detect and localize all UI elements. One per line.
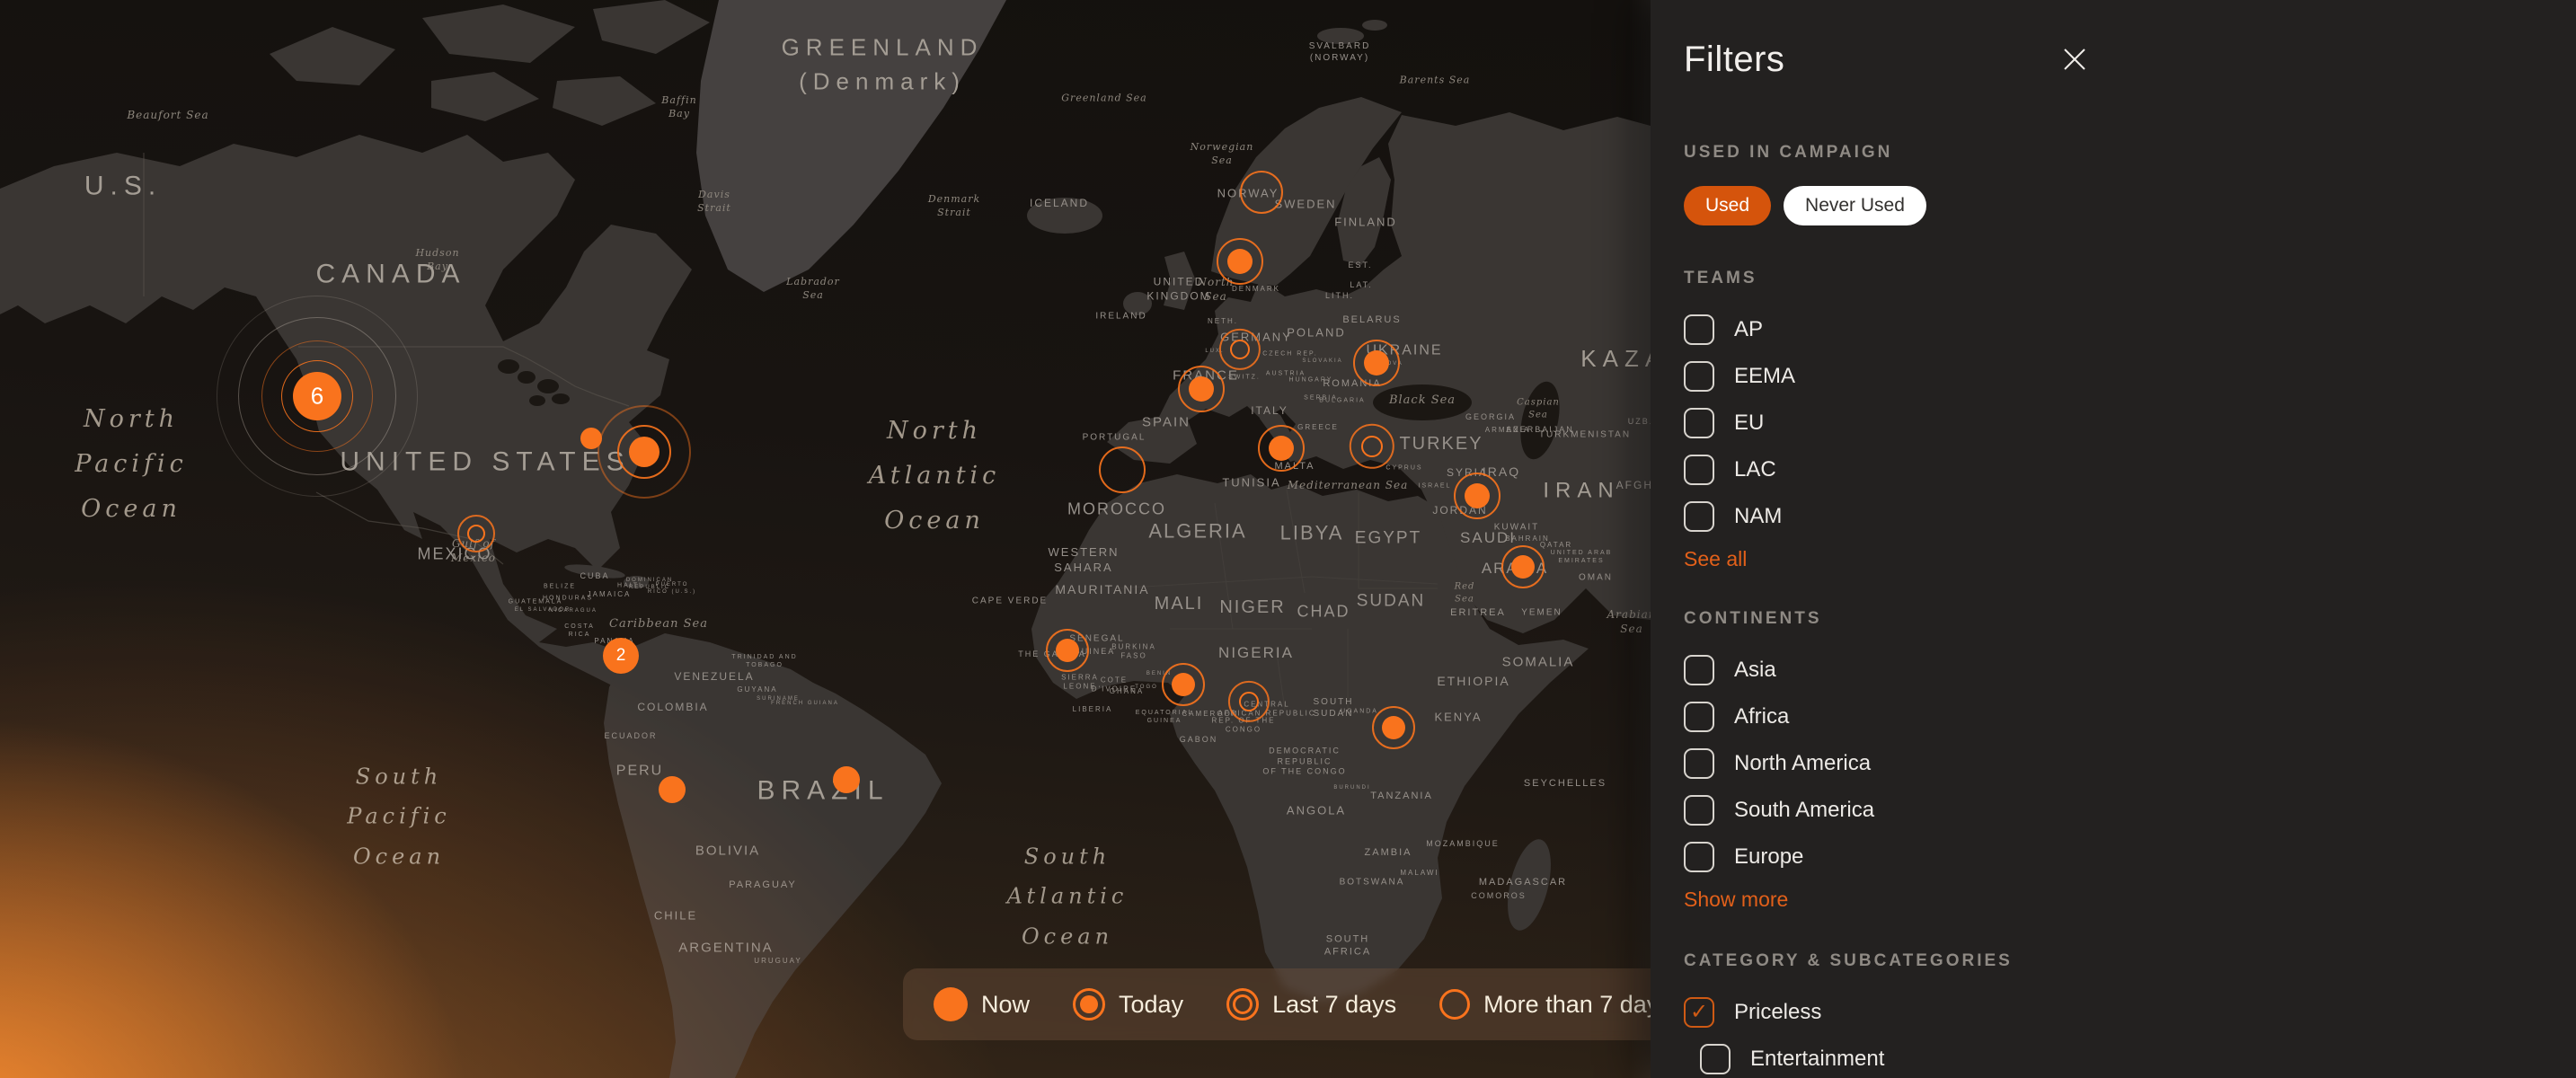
checkbox-icon[interactable]	[1700, 1044, 1731, 1074]
checkbox-icon[interactable]	[1684, 314, 1714, 345]
continent-asia[interactable]: Asia	[1684, 647, 2576, 694]
checkbox-label: North America	[1734, 751, 1871, 776]
checkbox-icon[interactable]	[1684, 795, 1714, 826]
marker-ring	[1230, 340, 1250, 359]
cluster-count: 2	[616, 646, 626, 666]
marker-ring	[1361, 436, 1383, 457]
legend-item-now: Now	[934, 987, 1030, 1021]
continent-africa[interactable]: Africa	[1684, 694, 2576, 740]
marker-dot	[1269, 436, 1294, 461]
pill-used[interactable]: Used	[1684, 186, 1771, 225]
checkbox-icon[interactable]	[1684, 655, 1714, 685]
used-pills: Used Never Used	[1684, 186, 2576, 225]
checkbox-label: AP	[1734, 317, 1763, 342]
team-lac[interactable]: LAC	[1684, 446, 2576, 493]
checkbox-icon[interactable]	[1684, 455, 1714, 485]
legend-label: Last 7 days	[1272, 991, 1396, 1019]
marker-dot	[1511, 555, 1535, 579]
legend-label: More than 7 days ago	[1483, 991, 1651, 1019]
show-more-link[interactable]: Show more	[1684, 888, 1788, 912]
team-ap[interactable]: AP	[1684, 306, 2576, 353]
marker-ring	[1239, 692, 1259, 711]
pill-never-used[interactable]: Never Used	[1784, 186, 1926, 225]
marker-dot	[1465, 483, 1490, 508]
app: North Pacific OceanNorth Atlantic OceanS…	[0, 0, 2576, 1078]
marker-ring	[1099, 446, 1146, 493]
continent-north-america[interactable]: North America	[1684, 740, 2576, 787]
team-nam[interactable]: NAM	[1684, 493, 2576, 540]
team-eema[interactable]: EEMA	[1684, 353, 2576, 400]
legend-today-icon	[1073, 988, 1105, 1021]
cluster-count: 6	[311, 383, 323, 411]
see-all-link[interactable]: See all	[1684, 547, 1747, 571]
marker-dot	[659, 776, 686, 803]
map-markers: 62	[0, 0, 1651, 1078]
checkbox-checked-icon[interactable]	[1684, 997, 1714, 1028]
filters-panel: Filters USED IN CAMPAIGN UsedNever Used …	[1651, 0, 2576, 1078]
checkbox-label: Asia	[1734, 658, 1776, 683]
continent-europe[interactable]: Europe	[1684, 834, 2576, 880]
checkbox-icon[interactable]	[1684, 501, 1714, 532]
continent-south-america[interactable]: South America	[1684, 787, 2576, 834]
world-map[interactable]: North Pacific OceanNorth Atlantic OceanS…	[0, 0, 1651, 1078]
marker-dot	[1056, 639, 1079, 662]
category-priceless[interactable]: Priceless	[1684, 989, 2576, 1036]
checkbox-icon[interactable]	[1684, 361, 1714, 392]
team-eu[interactable]: EU	[1684, 400, 2576, 446]
section-category: CATEGORY & SUBCATEGORIES	[1684, 951, 2576, 971]
checkbox-label: NAM	[1734, 504, 1782, 529]
checkbox-label: South America	[1734, 798, 1874, 823]
section-continents: CONTINENTS	[1684, 609, 2576, 629]
legend-item-last7: Last 7 days	[1226, 988, 1396, 1021]
legend-items: Now Today Last 7 days More than 7 days ago	[934, 987, 1651, 1021]
teams-list: AP EEMA EU LAC NAM	[1684, 306, 2576, 540]
marker-dot	[1364, 350, 1389, 376]
checkbox-label: EEMA	[1734, 364, 1795, 389]
marker-ring	[467, 525, 485, 543]
checkbox-label: LAC	[1734, 457, 1776, 482]
legend-label: Today	[1119, 991, 1183, 1019]
checkbox-icon[interactable]	[1684, 748, 1714, 779]
filters-header: Filters	[1684, 40, 2090, 80]
panel-title: Filters	[1684, 40, 2090, 80]
section-teams: TEAMS	[1684, 269, 2576, 288]
category-list: Priceless Entertainment	[1684, 989, 2576, 1078]
marker-dot	[1172, 673, 1195, 696]
marker-dot	[1382, 716, 1405, 739]
section-used-in-campaign: USED IN CAMPAIGN	[1684, 143, 2576, 163]
marker-dot	[833, 766, 860, 793]
marker-ring	[1240, 171, 1283, 214]
continents-list: Asia Africa North America South America Euro…	[1684, 647, 2576, 880]
close-icon[interactable]	[2061, 45, 2090, 74]
checkbox-label: Entertainment	[1750, 1047, 1884, 1072]
checkbox-icon[interactable]	[1684, 842, 1714, 872]
checkbox-label: Europe	[1734, 844, 1803, 870]
checkbox-label: EU	[1734, 411, 1764, 436]
legend-older-icon	[1439, 989, 1470, 1020]
checkbox-label: Priceless	[1734, 1000, 1821, 1025]
legend-item-older: More than 7 days ago	[1439, 989, 1651, 1020]
checkbox-label: Africa	[1734, 704, 1789, 729]
marker-dot	[1227, 249, 1253, 274]
category-entertainment[interactable]: Entertainment	[1700, 1036, 2576, 1078]
legend-item-today: Today	[1073, 988, 1183, 1021]
marker-dot	[1189, 376, 1214, 402]
marker-dot	[629, 437, 659, 467]
checkbox-icon[interactable]	[1684, 702, 1714, 732]
legend-label: Now	[981, 991, 1030, 1019]
legend-now-icon	[934, 987, 968, 1021]
checkbox-icon[interactable]	[1684, 408, 1714, 438]
legend-last7-icon	[1226, 988, 1259, 1021]
map-legend: Now Today Last 7 days More than 7 days ago	[903, 968, 1651, 1040]
